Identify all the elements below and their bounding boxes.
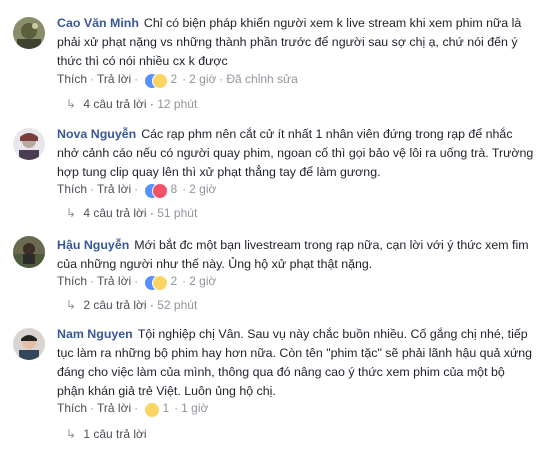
avatar[interactable] — [13, 128, 45, 160]
replies-count[interactable]: 2 câu trả lời — [83, 298, 146, 312]
replies-time: 12 phút — [157, 97, 198, 111]
reply-button[interactable]: Trả lời — [97, 182, 131, 196]
view-replies[interactable]: ↳ 4 câu trả lời · 12 phút — [66, 96, 197, 112]
replies-count[interactable]: 4 câu trả lời — [83, 97, 146, 111]
comment-actions: Thích · Trả lời · 2 · 2 giờ — [57, 272, 216, 291]
avatar[interactable] — [13, 17, 45, 49]
reactions[interactable] — [144, 182, 169, 199]
comment-actions: Thích · Trả lời · 2 · 2 giờ · Đã chỉnh sửa — [57, 70, 298, 89]
reply-button[interactable]: Trả lời — [97, 72, 131, 86]
reaction-count: 2 — [170, 274, 178, 288]
replies-time: 52 phút — [157, 298, 198, 312]
reactions[interactable] — [144, 401, 161, 418]
view-replies[interactable]: ↳ 1 câu trả lời — [66, 426, 147, 442]
wow-reaction-icon — [152, 72, 169, 89]
comment-author[interactable]: Nam Nguyen — [57, 327, 133, 341]
comment-actions: Thích · Trả lời · 8 · 2 giờ — [57, 180, 216, 199]
reply-arrow-icon: ↳ — [66, 427, 77, 441]
view-replies[interactable]: ↳ 4 câu trả lời · 51 phút — [66, 205, 197, 221]
comment-author[interactable]: Hậu Nguyễn — [57, 238, 129, 252]
reactions[interactable] — [144, 274, 169, 291]
avatar[interactable] — [13, 328, 45, 360]
replies-count[interactable]: 4 câu trả lời — [83, 206, 146, 220]
comment-author[interactable]: Cao Văn Minh — [57, 16, 139, 30]
like-button[interactable]: Thích — [57, 72, 87, 86]
reply-arrow-icon: ↳ — [66, 97, 77, 111]
avatar[interactable] — [13, 236, 45, 268]
replies-time: 51 phút — [157, 206, 198, 220]
reply-button[interactable]: Trả lời — [97, 401, 131, 415]
comment-actions: Thích · Trả lời · 1 · 1 giờ — [57, 399, 208, 418]
like-button[interactable]: Thích — [57, 182, 87, 196]
wow-reaction-icon — [144, 401, 161, 418]
edited-label: Đã chỉnh sửa — [226, 72, 298, 86]
comment-time[interactable]: 2 giờ — [189, 182, 216, 196]
reactions[interactable] — [144, 72, 169, 89]
comment-author[interactable]: Nova Nguyễn — [57, 127, 136, 141]
replies-count[interactable]: 1 câu trả lời — [83, 427, 146, 441]
reply-button[interactable]: Trả lời — [97, 274, 131, 288]
like-button[interactable]: Thích — [57, 274, 87, 288]
comment-time[interactable]: 2 giờ — [189, 274, 216, 288]
reaction-count: 8 — [170, 182, 178, 196]
comment-time[interactable]: 1 giờ — [181, 401, 208, 415]
reaction-count: 1 — [162, 401, 170, 415]
view-replies[interactable]: ↳ 2 câu trả lời · 52 phút — [66, 297, 197, 313]
comment-time[interactable]: 2 giờ — [189, 72, 216, 86]
love-reaction-icon — [152, 182, 169, 199]
reply-arrow-icon: ↳ — [66, 206, 77, 220]
reaction-count: 2 — [170, 72, 178, 86]
reply-arrow-icon: ↳ — [66, 298, 77, 312]
like-button[interactable]: Thích — [57, 401, 87, 415]
haha-reaction-icon — [152, 274, 169, 291]
